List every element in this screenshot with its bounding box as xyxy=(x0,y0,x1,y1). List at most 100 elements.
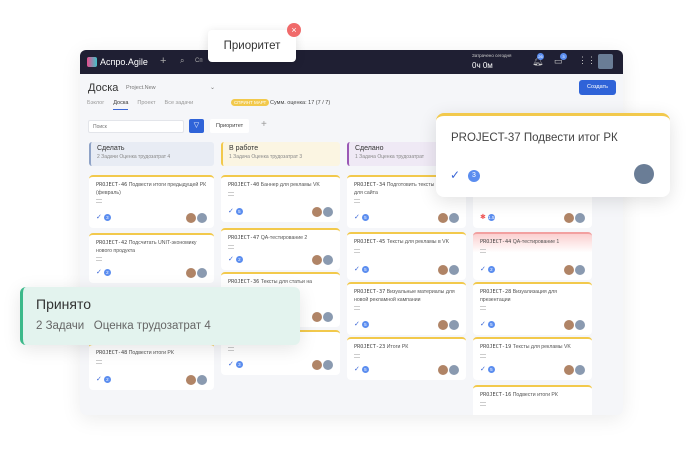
page-title: Доска xyxy=(88,82,119,94)
avatar xyxy=(564,320,574,330)
description-icon xyxy=(480,401,486,406)
avatar xyxy=(449,365,459,375)
task-id: PROJECT-42 xyxy=(96,240,128,246)
task-title: Баннер для рекламы VK xyxy=(260,182,320,188)
task-title: QA-тестирование 2 xyxy=(260,235,308,241)
plus-icon[interactable]: + xyxy=(160,55,166,67)
task-title: QA-тестирование 1 xyxy=(512,239,560,245)
avatar xyxy=(312,312,322,322)
check-icon: ✓ xyxy=(480,266,486,273)
avatar xyxy=(197,268,207,278)
search-text[interactable]: Сп xyxy=(195,58,203,64)
estimate-badge: 5 xyxy=(361,214,369,221)
priority-tooltip: Приоритет xyxy=(208,30,296,62)
task-card[interactable]: PROJECT-23 Итоги РК ✓ 5 xyxy=(347,337,466,380)
tab-board[interactable]: Доска xyxy=(113,100,129,110)
task-card[interactable]: PROJECT-42 Подсчитать UNIT-экономику нов… xyxy=(89,233,214,283)
avatar xyxy=(323,207,333,217)
task-id: PROJECT-36 xyxy=(228,279,260,285)
task-title: Итоги РК xyxy=(386,344,409,350)
task-id: PROJECT-19 xyxy=(480,344,512,350)
tab-project[interactable]: Проект xyxy=(137,100,155,110)
task-card[interactable]: PROJECT-28 Визуализация для презентации ✓… xyxy=(473,282,592,335)
task-card[interactable]: PROJECT-37 Визуальные материалы для ново… xyxy=(347,282,466,335)
estimate-badge: 3 xyxy=(103,214,111,221)
column-header: Сделать 2 Задачи Оценка трудозатрат 4 xyxy=(89,142,214,166)
top-bar: Аспро.Agile + ⌕ Сп Затрачено сегодня 0ч … xyxy=(80,50,623,74)
task-title: Подвести итоги РК xyxy=(512,392,558,398)
description-icon xyxy=(228,191,234,196)
sum-estimate: Сумм. оценка: 17 (7 / 7) xyxy=(270,100,331,106)
task-id: PROJECT-37 xyxy=(354,289,386,295)
task-card[interactable]: PROJECT-46 Подвести итоги предыдущей РК … xyxy=(89,175,214,228)
check-icon: ✓ xyxy=(228,361,234,368)
column-header: В работе 1 Задача Оценка трудозатрат 3 xyxy=(221,142,340,166)
avatar xyxy=(186,213,196,223)
task-card[interactable]: PROJECT-47 QA-тестирование 2 ✓ 2 xyxy=(221,228,340,270)
description-icon xyxy=(96,257,102,262)
task-card[interactable]: PROJECT-19 Тексты для рекламы VK ✓ 5 xyxy=(473,337,592,380)
logo-icon xyxy=(87,57,97,67)
estimate-badge: 2 xyxy=(487,266,495,273)
task-card[interactable]: PROJECT-40 Баннер для рекламы VK ✓ 5 xyxy=(221,175,340,222)
tab-all-tasks[interactable]: Все задачи xyxy=(165,100,194,110)
task-card[interactable]: PROJECT-16 Подвести итоги РК xyxy=(473,385,592,415)
check-icon: ✓ xyxy=(96,269,102,276)
task-title: Тексты для рекламы в VK xyxy=(386,239,450,245)
column-title: Принято xyxy=(36,296,92,312)
avatar xyxy=(438,213,448,223)
avatar xyxy=(575,365,585,375)
task-id: PROJECT-34 xyxy=(354,182,386,188)
task-id: PROJECT-40 xyxy=(228,182,260,188)
avatar[interactable] xyxy=(598,54,613,69)
task-id: PROJECT-46 xyxy=(96,182,128,188)
chevron-down-icon[interactable]: ⌄ xyxy=(210,84,215,91)
check-icon: ✓ xyxy=(354,266,360,273)
project-select[interactable]: Project.New xyxy=(126,85,156,91)
estimate-badge: 5 xyxy=(487,366,495,373)
task-title: Подвести итоги РК xyxy=(128,350,174,356)
task-id: PROJECT-48 xyxy=(96,350,128,356)
check-icon: ✓ xyxy=(228,256,234,263)
filter-icon[interactable]: ▽ xyxy=(189,119,204,133)
msg-badge: 3 xyxy=(560,53,567,60)
avatar xyxy=(575,265,585,275)
tabs: Бэклог Доска Проект Все задачи xyxy=(87,100,193,110)
estimate-badge: 2 xyxy=(103,376,111,383)
task-id: PROJECT-47 xyxy=(228,235,260,241)
avatar xyxy=(449,213,459,223)
avatar xyxy=(323,255,333,265)
bug-icon: ✱ xyxy=(480,214,486,221)
search-icon[interactable]: ⌕ xyxy=(180,56,184,66)
task-card[interactable]: PROJECT-48 Подвести итоги РК ✓ 2 xyxy=(89,343,214,390)
avatar xyxy=(575,320,585,330)
app-window: Аспро.Agile + ⌕ Сп Затрачено сегодня 0ч … xyxy=(80,50,623,415)
card-popup[interactable]: PROJECT-37 Подвести итог РК ✓ 3 xyxy=(436,113,670,197)
estimate-badge: 5 xyxy=(361,366,369,373)
card-title: PROJECT-37 Подвести итог РК xyxy=(451,132,618,144)
app-name: Аспро.Agile xyxy=(100,57,148,67)
task-id: PROJECT-28 xyxy=(480,289,512,295)
close-icon[interactable]: × xyxy=(287,23,301,37)
column-popup: Принято 2 Задачи Оценка трудозатрат 4 xyxy=(20,287,300,345)
tab-backlog[interactable]: Бэклог xyxy=(87,100,104,110)
task-id: PROJECT-16 xyxy=(480,392,512,398)
column-subtitle: 2 Задачи Оценка трудозатрат 4 xyxy=(36,320,211,332)
avatar xyxy=(449,265,459,275)
description-icon xyxy=(354,199,360,204)
task-card[interactable]: PROJECT-45 Тексты для рекламы в VK ✓ 5 xyxy=(347,232,466,280)
add-filter-icon[interactable]: + xyxy=(261,119,267,130)
check-icon: ✓ xyxy=(96,376,102,383)
check-icon: ✓ xyxy=(354,366,360,373)
avatar xyxy=(634,164,654,184)
task-card[interactable]: PROJECT-44 QA-тестирование 1 ✓ 2 xyxy=(473,232,592,280)
avatar xyxy=(575,213,585,223)
apps-grid-icon[interactable]: ⋮⋮ xyxy=(578,55,596,66)
avatar xyxy=(186,375,196,385)
search-input[interactable] xyxy=(88,120,184,133)
avatar xyxy=(312,255,322,265)
avatar xyxy=(564,265,574,275)
create-button[interactable]: Создать xyxy=(579,80,616,95)
priority-filter[interactable]: Приоритет xyxy=(210,119,250,133)
avatar xyxy=(197,375,207,385)
